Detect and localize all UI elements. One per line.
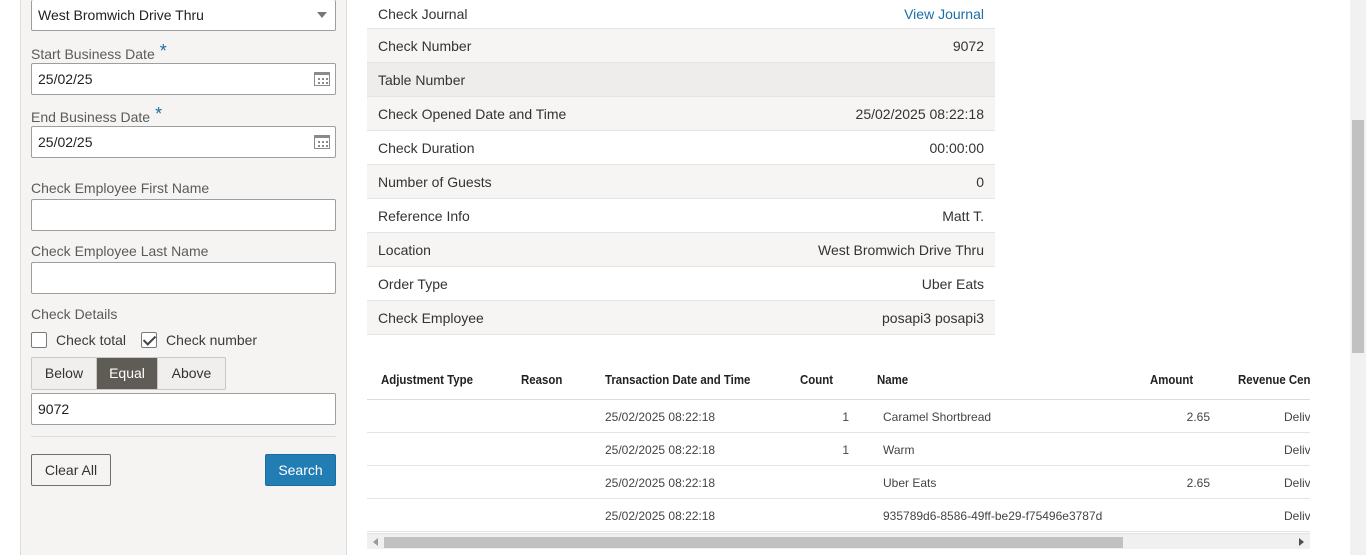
end-date-value: 25/02/25 bbox=[38, 134, 93, 150]
calendar-icon[interactable] bbox=[314, 135, 330, 149]
detail-label: Reference Info bbox=[378, 207, 470, 224]
check-details-options: Check total Check number bbox=[31, 330, 257, 350]
detail-row: Order Type Uber Eats bbox=[367, 267, 995, 301]
end-date-field[interactable]: 25/02/25 bbox=[31, 126, 336, 158]
location-select-value: West Bromwich Drive Thru bbox=[38, 7, 204, 23]
detail-row: Reference Info Matt T. bbox=[367, 199, 995, 233]
cell-revenue-center: Deliv bbox=[1284, 410, 1310, 424]
detail-row: Number of Guests 0 bbox=[367, 165, 995, 199]
detail-value: Uber Eats bbox=[921, 275, 984, 292]
detail-value: 0 bbox=[976, 173, 984, 190]
cell-revenue-center: Deliv bbox=[1284, 509, 1310, 523]
detail-row: Check Journal View Journal bbox=[367, 0, 995, 29]
calendar-icon[interactable] bbox=[314, 72, 330, 86]
column-header-reason[interactable]: Reason bbox=[521, 372, 562, 387]
equal-button[interactable]: Equal bbox=[97, 358, 158, 389]
start-date-label: Start Business Date * bbox=[31, 41, 167, 62]
check-total-label: Check total bbox=[56, 332, 127, 348]
detail-row: Check Number 9072 bbox=[367, 29, 995, 63]
column-header-count[interactable]: Count bbox=[800, 372, 833, 387]
detail-value: 00:00:00 bbox=[929, 139, 985, 156]
detail-value: posapi3 posapi3 bbox=[882, 309, 984, 326]
detail-row: Check Employee posapi3 posapi3 bbox=[367, 301, 995, 335]
scrollbar-thumb[interactable] bbox=[1352, 120, 1364, 353]
location-select[interactable]: West Bromwich Drive Thru bbox=[31, 0, 336, 31]
table-row[interactable]: 25/02/2025 08:22:18 935789d6-8586-49ff-b… bbox=[367, 499, 1310, 532]
check-number-field[interactable]: 9072 bbox=[31, 393, 336, 425]
detail-label: Order Type bbox=[378, 275, 448, 292]
required-marker: * bbox=[159, 41, 167, 61]
horizontal-scrollbar[interactable] bbox=[367, 533, 1310, 549]
cell-name: Warm bbox=[883, 443, 915, 457]
clear-all-button[interactable]: Clear All bbox=[31, 454, 111, 486]
detail-label: Check Journal bbox=[378, 6, 468, 22]
cell-count: 1 bbox=[842, 410, 849, 424]
check-number-label: Check number bbox=[166, 332, 258, 348]
check-details-table: Check Journal View Journal Check Number … bbox=[367, 0, 995, 335]
above-button[interactable]: Above bbox=[158, 358, 225, 389]
cell-revenue-center: Deliv bbox=[1284, 476, 1310, 490]
table-row[interactable]: 25/02/2025 08:22:18 Uber Eats 2.65 Deliv bbox=[367, 466, 1310, 499]
detail-row: Check Duration 00:00:00 bbox=[367, 131, 995, 165]
compare-segmented-control: Below Equal Above bbox=[31, 357, 226, 390]
detail-value: West Bromwich Drive Thru bbox=[818, 241, 984, 258]
end-date-label: End Business Date * bbox=[31, 104, 163, 125]
cell-name: Uber Eats bbox=[883, 476, 937, 490]
detail-row: Location West Bromwich Drive Thru bbox=[367, 233, 995, 267]
cell-count: 1 bbox=[842, 443, 849, 457]
table-row[interactable]: 25/02/2025 08:22:18 1 Caramel Shortbread… bbox=[367, 400, 1310, 433]
detail-row: Table Number bbox=[367, 63, 995, 97]
detail-value: Matt T. bbox=[942, 207, 984, 224]
check-details-label: Check Details bbox=[31, 306, 118, 322]
column-header-name[interactable]: Name bbox=[877, 372, 908, 387]
last-name-label: Check Employee Last Name bbox=[31, 243, 209, 259]
start-date-value: 25/02/25 bbox=[38, 71, 93, 87]
check-total-checkbox[interactable] bbox=[31, 332, 47, 348]
check-number-checkbox[interactable] bbox=[141, 332, 158, 348]
detail-label: Table Number bbox=[378, 71, 466, 88]
column-header-transaction-date[interactable]: Transaction Date and Time bbox=[605, 372, 750, 387]
check-items-grid: Adjustment Type Reason Transaction Date … bbox=[367, 362, 1310, 534]
detail-label: Check Duration bbox=[378, 139, 475, 156]
view-journal-link[interactable]: View Journal bbox=[904, 6, 984, 22]
detail-label: Number of Guests bbox=[378, 173, 492, 190]
cell-amount: 2.65 bbox=[1186, 476, 1210, 490]
detail-value: 9072 bbox=[952, 37, 984, 54]
cell-amount: 2.65 bbox=[1186, 410, 1210, 424]
filter-panel: West Bromwich Drive Thru Start Business … bbox=[20, 0, 347, 555]
start-date-field[interactable]: 25/02/25 bbox=[31, 63, 336, 95]
detail-value: 25/02/2025 08:22:18 bbox=[855, 105, 984, 122]
cell-datetime: 25/02/2025 08:22:18 bbox=[605, 476, 716, 490]
detail-label: Check Employee bbox=[378, 309, 484, 326]
column-header-adjustment-type[interactable]: Adjustment Type bbox=[381, 372, 473, 387]
first-name-label: Check Employee First Name bbox=[31, 180, 210, 196]
detail-label: Check Opened Date and Time bbox=[378, 105, 567, 122]
vertical-scrollbar[interactable] bbox=[1350, 0, 1366, 555]
required-marker: * bbox=[155, 104, 163, 124]
cell-name: Caramel Shortbread bbox=[883, 410, 992, 424]
search-button[interactable]: Search bbox=[265, 454, 336, 486]
below-button[interactable]: Below bbox=[32, 358, 97, 389]
scrollbar-thumb[interactable] bbox=[384, 537, 1123, 548]
cell-datetime: 25/02/2025 08:22:18 bbox=[605, 410, 716, 424]
column-header-revenue-center[interactable]: Revenue Cen bbox=[1238, 372, 1310, 387]
cell-datetime: 25/02/2025 08:22:18 bbox=[605, 509, 716, 523]
detail-label: Check Number bbox=[378, 37, 472, 54]
chevron-down-icon[interactable] bbox=[317, 12, 327, 18]
cell-datetime: 25/02/2025 08:22:18 bbox=[605, 443, 716, 457]
cell-revenue-center: Deliv bbox=[1284, 443, 1310, 457]
grid-header: Adjustment Type Reason Transaction Date … bbox=[367, 362, 1310, 400]
detail-label: Location bbox=[378, 241, 431, 258]
last-name-field[interactable] bbox=[31, 262, 336, 294]
detail-row: Check Opened Date and Time 25/02/2025 08… bbox=[367, 97, 995, 131]
cell-name: 935789d6-8586-49ff-be29-f75496e3787d bbox=[883, 509, 1103, 523]
scroll-right-icon[interactable] bbox=[1299, 538, 1304, 546]
first-name-field[interactable] bbox=[31, 199, 336, 231]
column-header-amount[interactable]: Amount bbox=[1150, 372, 1193, 387]
scroll-left-icon[interactable] bbox=[373, 538, 378, 546]
table-row[interactable]: 25/02/2025 08:22:18 1 Warm Deliv bbox=[367, 433, 1310, 466]
divider bbox=[31, 436, 336, 437]
